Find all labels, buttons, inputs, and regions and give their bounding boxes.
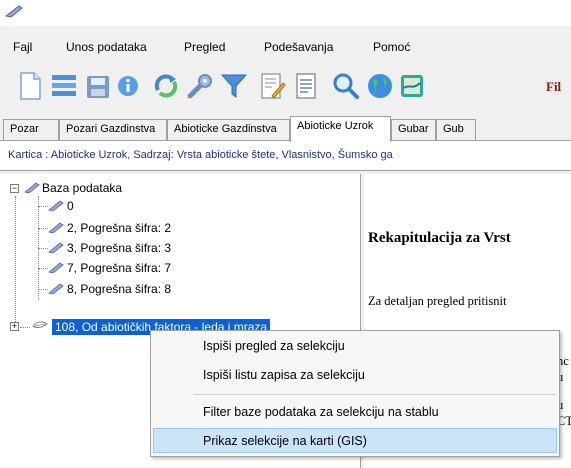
info-icon[interactable] bbox=[112, 70, 144, 102]
tree-connector bbox=[20, 327, 30, 328]
document-icon[interactable] bbox=[290, 70, 322, 102]
menu-pomoc[interactable]: Pomoć bbox=[373, 40, 410, 54]
tree-node[interactable]: 8, Pogrešna šifra: 8 bbox=[67, 281, 171, 297]
edit-document-icon[interactable] bbox=[256, 70, 288, 102]
menu-item-filter-database[interactable]: Filter baze podataka za selekciju na sta… bbox=[203, 405, 439, 419]
expand-toggle[interactable]: + bbox=[10, 322, 19, 331]
tab-abioticke-gazdinstva[interactable]: Abioticke Gazdinstva bbox=[167, 119, 290, 140]
menu-item-print-records[interactable]: Ispiši listu zapisa za selekciju bbox=[203, 368, 365, 382]
tree-connector bbox=[38, 206, 48, 207]
save-icon[interactable] bbox=[82, 70, 114, 102]
tree-node[interactable]: 7, Pogrešna šifra: 7 bbox=[67, 260, 171, 276]
tab-gubar[interactable]: Gubar bbox=[391, 119, 436, 140]
tab-pozari-gazdinstva[interactable]: Pozari Gazdinstva bbox=[59, 119, 167, 140]
globe-icon[interactable] bbox=[364, 70, 396, 102]
tab-abioticke-uzrok[interactable]: Abioticke Uzrok bbox=[290, 116, 391, 142]
collapse-toggle[interactable]: − bbox=[10, 184, 19, 193]
record-icon bbox=[48, 283, 64, 295]
tree-node[interactable]: 3, Pogrešna šifra: 3 bbox=[67, 240, 171, 256]
filter-icon[interactable] bbox=[218, 70, 250, 102]
card-info: Kartica : Abioticke Uzrok, Sadrzaj: Vrst… bbox=[0, 141, 571, 171]
preview-title: Rekapitulacija za Vrst bbox=[368, 230, 511, 246]
tab-pozar[interactable]: Pozar bbox=[3, 119, 59, 140]
tree-connector bbox=[15, 196, 16, 328]
list-icon[interactable] bbox=[48, 70, 80, 102]
menu-item-show-on-map[interactable]: Prikaz selekcije na karti (GIS) bbox=[203, 434, 367, 448]
new-document-icon[interactable] bbox=[14, 70, 46, 102]
title-bar bbox=[0, 0, 571, 26]
tree-connector bbox=[38, 228, 48, 229]
map-icon[interactable] bbox=[396, 70, 428, 102]
settings-wrench-icon[interactable] bbox=[184, 70, 216, 102]
toolbar-label: Fil bbox=[546, 79, 562, 94]
menu-item-print-overview[interactable]: Ispiši pregled za selekciju bbox=[203, 339, 345, 353]
tab-gub[interactable]: Gub bbox=[436, 119, 476, 140]
tree-connector bbox=[38, 268, 48, 269]
menu-podesavanja[interactable]: Podešavanja bbox=[264, 40, 333, 54]
record-icon bbox=[48, 200, 64, 212]
record-icon bbox=[48, 242, 64, 254]
tree-connector bbox=[38, 248, 48, 249]
record-icon bbox=[48, 222, 64, 234]
menu-fajl[interactable]: Fajl bbox=[13, 40, 32, 54]
preview-text: Za detaljan pregled pritisnit bbox=[368, 294, 507, 308]
refresh-icon[interactable] bbox=[150, 70, 182, 102]
menu-unos-podataka[interactable]: Unos podataka bbox=[66, 40, 147, 54]
context-menu-separator bbox=[194, 394, 556, 395]
quill-icon bbox=[5, 5, 23, 18]
search-icon[interactable] bbox=[330, 70, 362, 102]
feather-icon bbox=[32, 321, 48, 328]
database-icon bbox=[24, 182, 40, 194]
tree-root-label[interactable]: Baza podataka bbox=[42, 180, 122, 196]
menu-pregled[interactable]: Pregled bbox=[184, 40, 225, 54]
record-icon bbox=[48, 262, 64, 274]
tree-node[interactable]: 0 bbox=[67, 198, 74, 214]
tree-connector bbox=[38, 289, 48, 290]
tree-node[interactable]: 2, Pogrešna šifra: 2 bbox=[67, 220, 171, 236]
